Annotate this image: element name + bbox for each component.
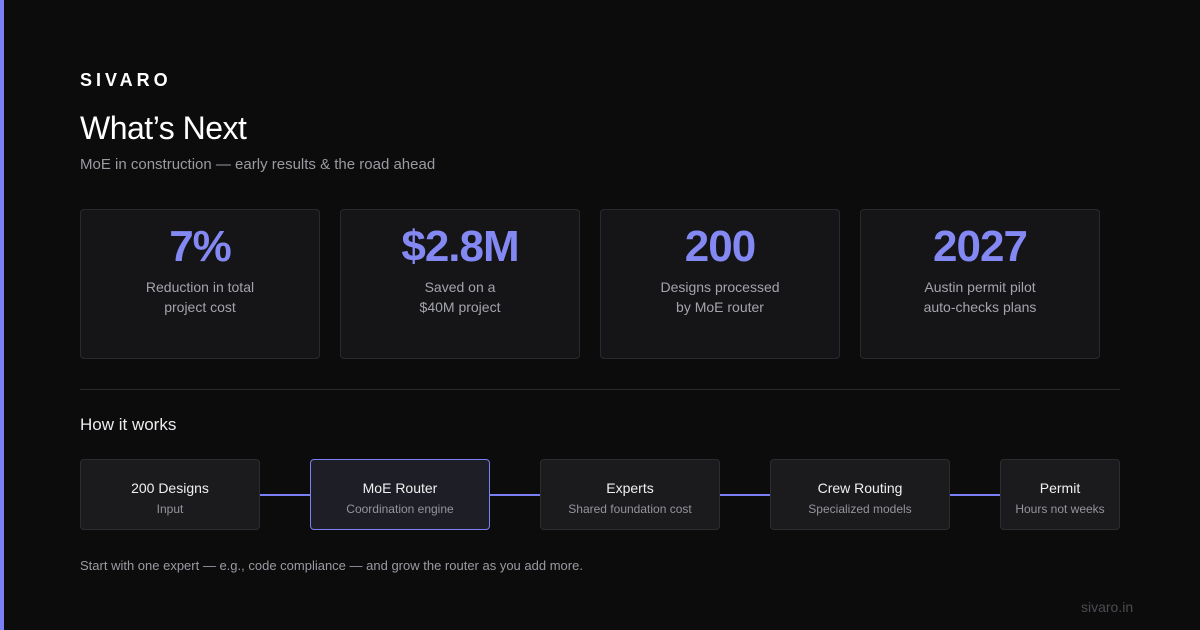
flow-step-designs: 200 Designs Input [80, 459, 260, 530]
stat-label: Austin permit pilot auto-checks plans [881, 277, 1079, 317]
brand-logo: SIVARO [80, 70, 172, 90]
flow-step-subtitle: Coordination engine [346, 502, 454, 516]
stat-label: Designs processed by MoE router [621, 277, 819, 317]
flow-step-permit: Permit Hours not weeks [1000, 459, 1120, 530]
flow-step-subtitle: Input [156, 502, 184, 516]
flow-step-title: Experts [606, 480, 654, 496]
stat-label-line: by MoE router [676, 299, 764, 315]
stat-card-permit-pilot: 2027 Austin permit pilot auto-checks pla… [860, 209, 1100, 359]
stat-card-designs-processed: 200 Designs processed by MoE router [600, 209, 840, 359]
flow-step-crew-routing: Crew Routing Specialized models [770, 459, 950, 530]
flow-step-title: Permit [1039, 480, 1081, 496]
flow-step-experts: Experts Shared foundation cost [540, 459, 720, 530]
stat-card-cost-reduction: 7% Reduction in total project cost [80, 209, 320, 359]
flow-connector [950, 494, 1000, 496]
footnote: Start with one expert — e.g., code compl… [80, 558, 583, 573]
page-title: What’s Next [80, 110, 247, 146]
stat-label: Reduction in total project cost [101, 277, 299, 317]
site-url: sivaro.in [1081, 599, 1134, 615]
accent-bar [0, 0, 4, 630]
page-subtitle: MoE in construction — early results & th… [80, 156, 436, 173]
stat-value: 2027 [933, 222, 1028, 271]
stat-label-line: auto-checks plans [923, 299, 1037, 315]
stat-label-line: Designs processed [660, 279, 780, 295]
flow-step-moe-router: MoE Router Coordination engine [310, 459, 490, 530]
stat-value: 7% [169, 222, 232, 271]
stat-label-line: Austin permit pilot [924, 279, 1036, 295]
stat-label-line: Saved on a [424, 279, 496, 295]
stat-value: $2.8M [401, 222, 519, 271]
flow-step-title: MoE Router [362, 480, 438, 496]
flow-connector [720, 494, 770, 496]
stat-label: Saved on a $40M project [361, 277, 559, 317]
flow-step-subtitle: Shared foundation cost [568, 502, 692, 516]
flow-connector [260, 494, 310, 496]
stat-label-line: $40M project [419, 299, 501, 315]
stat-label-line: project cost [164, 299, 236, 315]
how-it-works-title: How it works [80, 415, 177, 434]
flow-connector [490, 494, 540, 496]
flow-step-subtitle: Hours not weeks [1015, 502, 1105, 516]
flow-step-title: 200 Designs [131, 480, 209, 496]
stat-label-line: Reduction in total [145, 279, 255, 295]
stat-card-savings: $2.8M Saved on a $40M project [340, 209, 580, 359]
flow-step-subtitle: Specialized models [808, 502, 912, 516]
flow-step-title: Crew Routing [817, 480, 903, 496]
stat-value: 200 [684, 222, 756, 271]
section-divider [80, 389, 1120, 390]
